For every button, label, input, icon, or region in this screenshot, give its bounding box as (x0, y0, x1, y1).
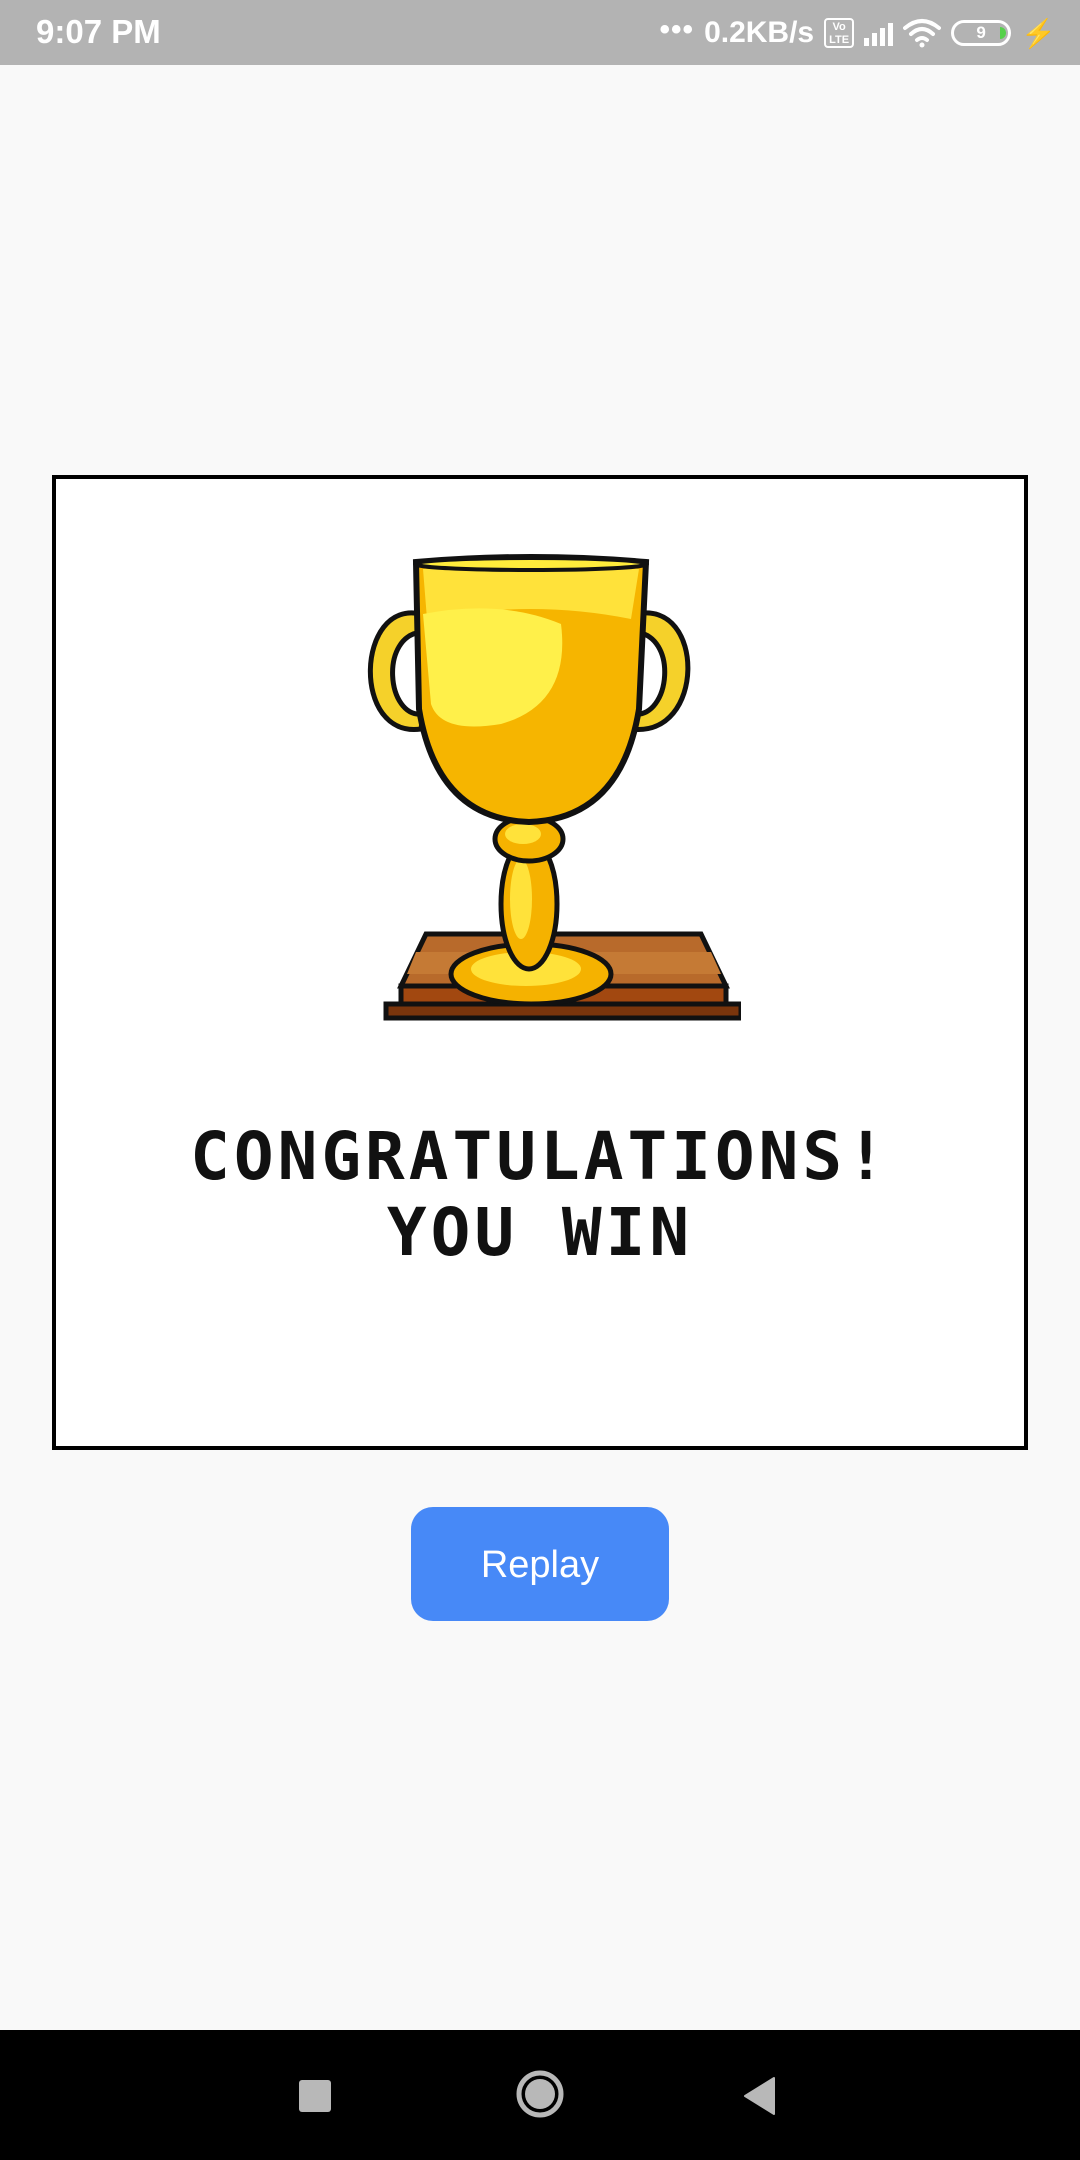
recents-icon[interactable] (299, 2080, 331, 2112)
replay-button[interactable]: Replay (411, 1507, 669, 1621)
screen: 9:07 PM ••• 0.2KB/s Vo LTE 9 ⚡ CONGRATUL… (0, 0, 1080, 2160)
trophy-icon (367, 554, 741, 1021)
home-icon[interactable] (515, 2069, 565, 2119)
signal-icon (864, 20, 894, 46)
navigation-bar (0, 2030, 1080, 2160)
notification-dots: ••• (659, 13, 695, 46)
status-icons: ••• 0.2KB/s Vo LTE 9 ⚡ (660, 10, 1056, 56)
back-icon[interactable] (742, 2076, 776, 2116)
win-card: CONGRATULATIONS! YOU WIN (52, 475, 1028, 1450)
wifi-icon (903, 19, 942, 48)
volte-icon: Vo LTE (824, 18, 855, 48)
status-bar: 9:07 PM ••• 0.2KB/s Vo LTE 9 ⚡ (0, 0, 1080, 65)
status-time: 9:07 PM (36, 13, 161, 50)
charging-icon: ⚡ (1021, 17, 1056, 49)
network-speed: 0.2KB/s (704, 16, 815, 49)
battery-icon: 9 (951, 20, 1012, 46)
congrats-text: CONGRATULATIONS! YOU WIN (56, 1119, 1024, 1271)
congrats-line: CONGRATULATIONS! (190, 1118, 890, 1195)
you-win-line: YOU WIN (386, 1194, 694, 1271)
